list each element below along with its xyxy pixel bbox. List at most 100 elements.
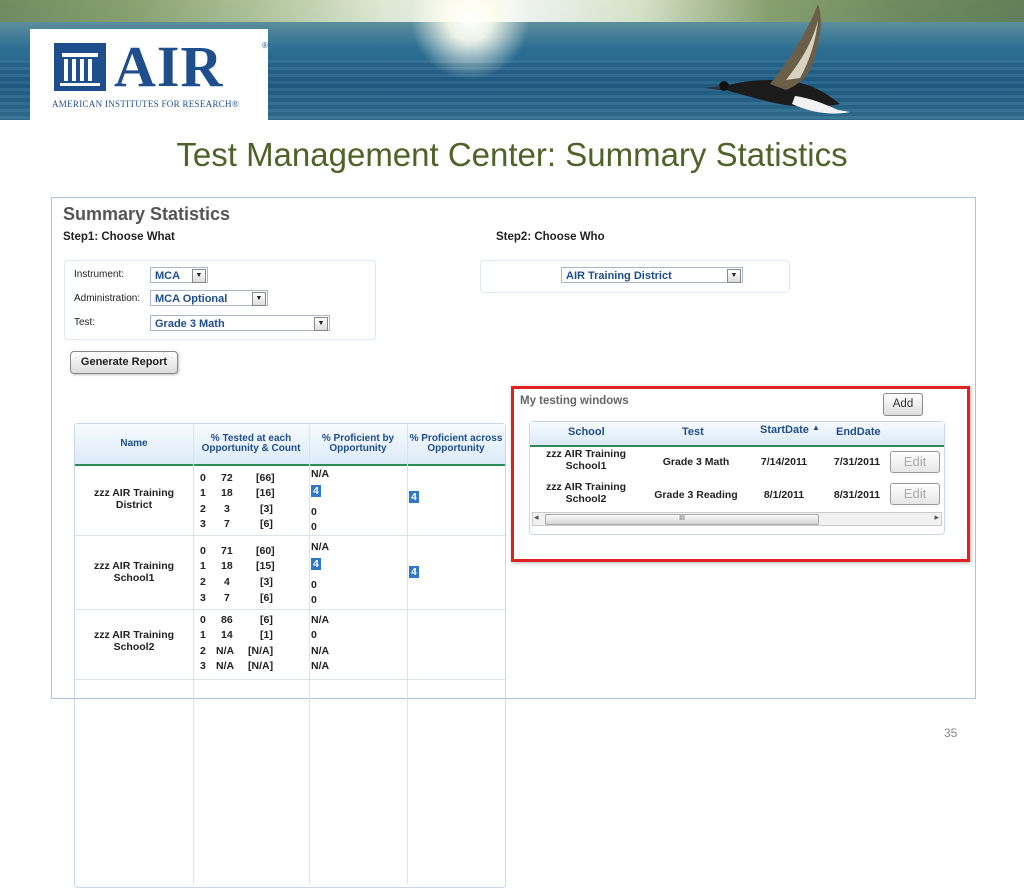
tested-count: [3]: [260, 503, 273, 515]
tested-count: [3]: [260, 576, 273, 588]
instrument-value: MCA: [155, 270, 181, 282]
proficient-value: N/A: [311, 468, 330, 480]
tested-percent: N/A: [216, 645, 235, 657]
row-name-text: zzz AIR Training School2: [93, 629, 175, 653]
opp-number: 0: [200, 545, 206, 557]
proficient-value: 0: [311, 521, 317, 533]
row-divider: [75, 535, 505, 536]
proficient-value: N/A: [311, 660, 330, 672]
scroll-left-icon[interactable]: ◂: [534, 512, 539, 523]
window-startdate: 7/14/2011: [760, 456, 808, 468]
chevron-down-icon[interactable]: ▼: [252, 292, 266, 306]
window-school: zzz AIR Training School1: [545, 448, 627, 472]
window-school: zzz AIR Training School2: [545, 481, 627, 505]
header-enddate[interactable]: EndDate: [836, 426, 881, 438]
tested-percent: 18: [221, 487, 233, 499]
logo-subtitle: AMERICAN INSTITUTES FOR RESEARCH®: [52, 99, 239, 109]
sort-asc-icon[interactable]: ▲: [812, 423, 820, 432]
testing-windows-table: School Test StartDate ▲ EndDate zzz AIR …: [529, 421, 945, 535]
proficient-value: 0: [311, 506, 317, 518]
opp-number: 3: [200, 660, 206, 672]
window-test: Grade 3 Reading: [654, 489, 738, 501]
summary-heading: Summary Statistics: [63, 204, 231, 224]
proficient-value: N/A: [311, 541, 330, 553]
header-name: Name: [120, 438, 148, 449]
opp-number: 0: [200, 614, 206, 626]
proficient-value: N/A: [311, 645, 330, 657]
test-value: Grade 3 Math: [155, 318, 225, 330]
tested-count: [15]: [256, 560, 275, 572]
scrollbar-thumb[interactable]: III: [545, 514, 819, 525]
tested-percent: 3: [224, 503, 230, 515]
table-header: Name % Tested at each Opportunity & Coun…: [75, 424, 505, 466]
header-test[interactable]: Test: [682, 426, 704, 438]
opp-number: 1: [200, 560, 206, 572]
proficient-across-highlighted: 4: [409, 566, 419, 578]
administration-label: Administration:: [74, 293, 141, 304]
tested-count: [6]: [260, 592, 273, 604]
who-value: AIR Training District: [566, 270, 672, 282]
slide-title: Test Management Center: Summary Statisti…: [176, 136, 848, 173]
tested-percent: 7: [224, 592, 230, 604]
row-divider: [75, 609, 505, 610]
window-enddate: 7/31/2011: [833, 456, 881, 468]
step2-label: Step2: Choose Who: [496, 231, 605, 243]
tested-count: [66]: [256, 472, 275, 484]
tested-percent: 86: [221, 614, 233, 626]
testing-windows-title: My testing windows: [520, 395, 629, 407]
edit-button[interactable]: Edit: [890, 451, 940, 473]
building-columns-icon: [54, 43, 106, 91]
column-divider: [193, 424, 194, 884]
administration-select[interactable]: MCA Optional ▼: [150, 290, 268, 306]
tested-count: [6]: [260, 518, 273, 530]
tested-percent: 7: [224, 518, 230, 530]
edit-button[interactable]: Edit: [890, 483, 940, 505]
proficient-value-highlighted: 4: [311, 485, 321, 497]
step1-label: Step1: Choose What: [63, 231, 175, 243]
row-name-text: zzz AIR Training School1: [93, 560, 175, 584]
tested-count: [N/A]: [248, 660, 274, 672]
generate-report-button[interactable]: Generate Report: [70, 351, 178, 374]
window-startdate: 8/1/2011: [763, 489, 805, 501]
tested-percent: 18: [221, 560, 233, 572]
proficient-value-highlighted: 4: [311, 558, 321, 570]
table-header: School Test StartDate ▲ EndDate: [530, 422, 944, 447]
chevron-down-icon[interactable]: ▼: [727, 269, 741, 283]
opp-number: 1: [200, 487, 206, 499]
chevron-down-icon[interactable]: ▼: [314, 317, 328, 331]
window-enddate: 8/31/2011: [833, 489, 881, 501]
instrument-label: Instrument:: [74, 269, 125, 280]
summary-stats-table: Name % Tested at each Opportunity & Coun…: [74, 423, 506, 888]
header-startdate[interactable]: StartDate: [760, 424, 809, 436]
opp-number: 1: [200, 629, 206, 641]
tested-count: [6]: [260, 614, 273, 626]
instrument-select[interactable]: MCA ▼: [150, 267, 208, 283]
window-test: Grade 3 Math: [662, 456, 730, 468]
tested-count: [16]: [256, 487, 275, 499]
logo-wordmark: AIR: [114, 34, 224, 99]
chevron-down-icon[interactable]: ▼: [192, 269, 206, 283]
choose-who-panel: AIR Training District ▼: [480, 260, 790, 293]
horizontal-scrollbar[interactable]: ◂ III ▸: [532, 512, 942, 526]
row-name-text: zzz AIR Training District: [93, 487, 175, 511]
row-divider: [75, 679, 505, 680]
opp-number: 2: [200, 503, 206, 515]
scroll-right-icon[interactable]: ▸: [934, 512, 939, 523]
proficient-value: 0: [311, 579, 317, 591]
who-select[interactable]: AIR Training District ▼: [561, 267, 743, 283]
row-name-school2: zzz AIR Training School2: [75, 629, 193, 653]
loon-bird-image: [704, 4, 850, 114]
tested-count: [1]: [260, 629, 273, 641]
tested-percent: N/A: [216, 660, 235, 672]
administration-value: MCA Optional: [155, 293, 228, 305]
column-divider: [407, 424, 408, 884]
add-button[interactable]: Add: [883, 393, 923, 416]
summary-statistics-screen: Summary Statistics Step1: Choose What St…: [51, 197, 976, 888]
test-select[interactable]: Grade 3 Math ▼: [150, 315, 330, 331]
header-tested: % Tested at each Opportunity & Count: [201, 433, 301, 454]
proficient-value: 0: [311, 629, 317, 641]
tested-count: [60]: [256, 545, 275, 557]
opp-number: 3: [200, 592, 206, 604]
header-school[interactable]: School: [568, 426, 605, 438]
row-name-school1: zzz AIR Training School1: [75, 560, 193, 584]
